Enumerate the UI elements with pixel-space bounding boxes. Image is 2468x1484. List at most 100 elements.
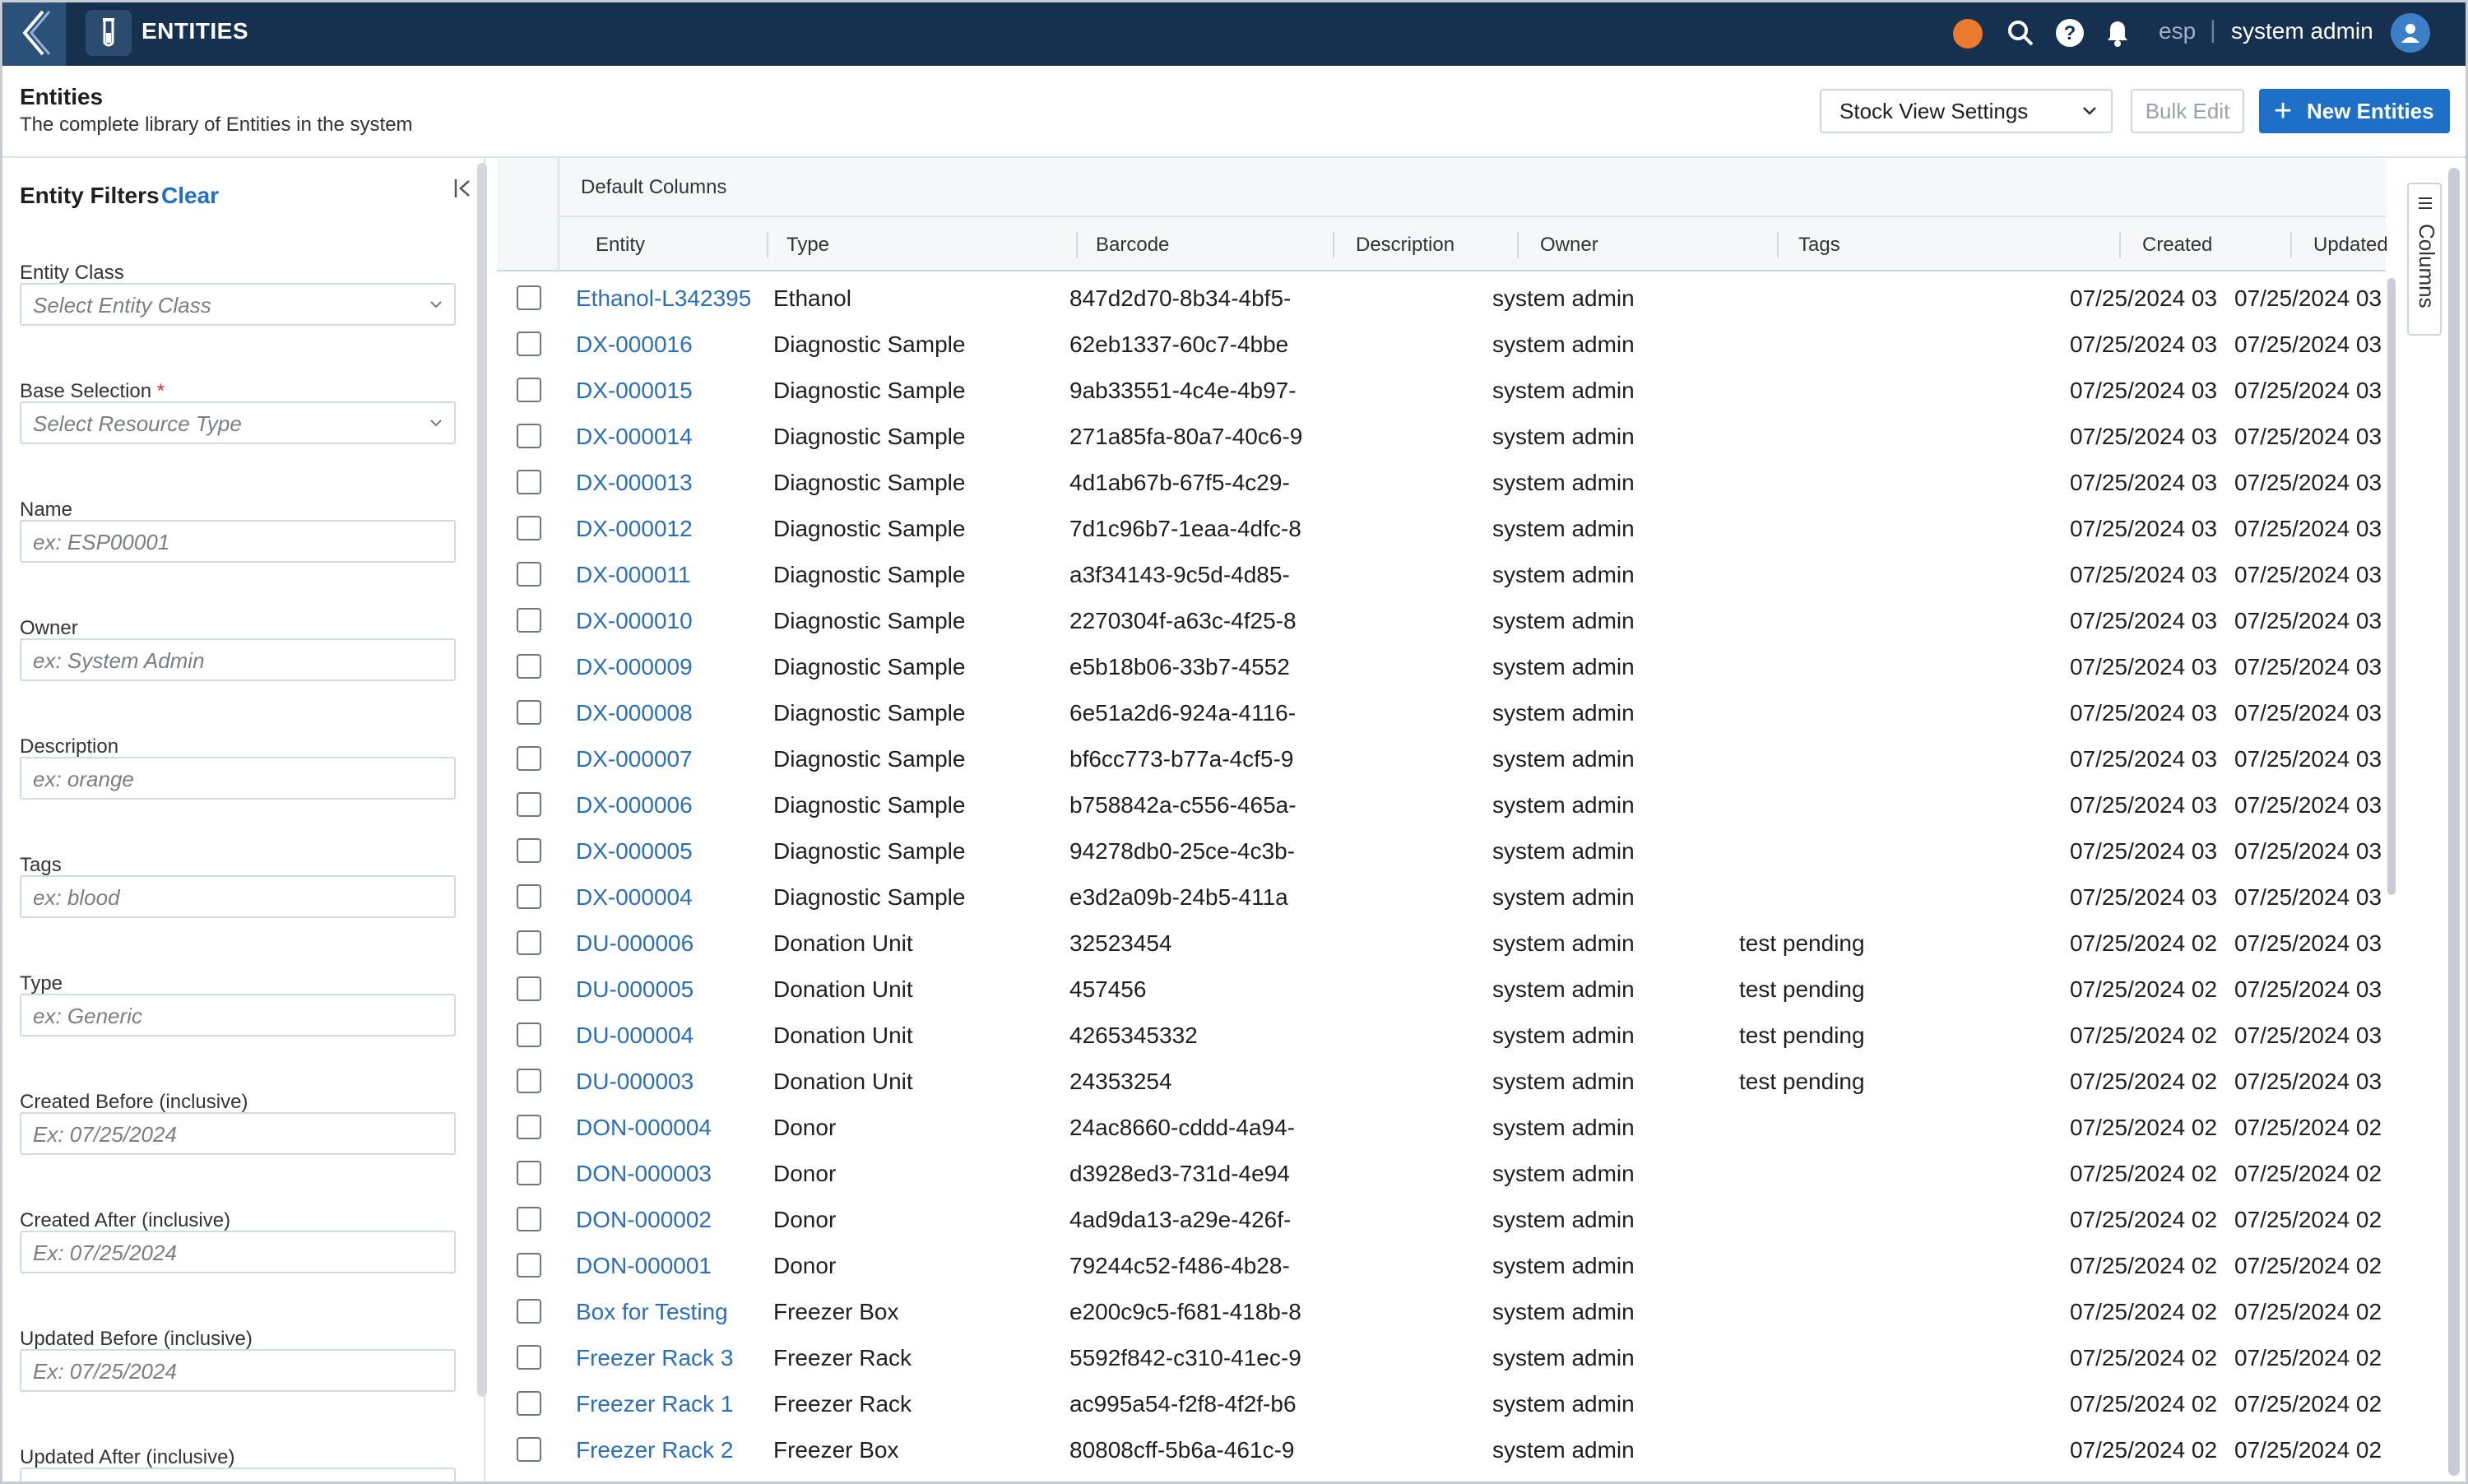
- entity-link[interactable]: Box for Testing: [576, 1299, 768, 1325]
- filters-scrollbar[interactable]: [477, 163, 487, 1397]
- column-header-description[interactable]: Description: [1356, 234, 1454, 257]
- table-row[interactable]: DX-000007 Diagnostic Sample bf6cc773-b77a-…: [497, 735, 2386, 781]
- entity-link[interactable]: DU-000005: [576, 976, 768, 1003]
- row-checkbox[interactable]: [517, 884, 541, 909]
- table-row[interactable]: DX-000009 Diagnostic Sample e5b18b06-33b7-…: [497, 643, 2386, 689]
- filter-input[interactable]: Ex: 07/25/2024: [20, 1231, 456, 1273]
- row-checkbox[interactable]: [517, 1253, 541, 1278]
- column-header-updated[interactable]: Updated: [2313, 234, 2388, 257]
- search-icon[interactable]: [2004, 16, 2037, 49]
- filter-input[interactable]: ex: System Admin: [20, 638, 456, 681]
- entity-link[interactable]: DU-000004: [576, 1023, 768, 1049]
- table-row[interactable]: DX-000013 Diagnostic Sample 4d1ab67b-67f5-…: [497, 459, 2386, 505]
- table-row[interactable]: DX-000005 Diagnostic Sample 94278db0-25ce-…: [497, 828, 2386, 874]
- row-checkbox[interactable]: [517, 1299, 541, 1324]
- new-entities-button[interactable]: + New Entities: [2259, 89, 2450, 133]
- row-checkbox[interactable]: [517, 1115, 541, 1139]
- row-checkbox[interactable]: [517, 1391, 541, 1416]
- filter-select[interactable]: Select Resource Type: [20, 401, 456, 444]
- entity-link[interactable]: DX-000012: [576, 516, 768, 542]
- filter-input[interactable]: Ex: 07/25/2024: [20, 1349, 456, 1392]
- entity-link[interactable]: DON-000001: [576, 1253, 768, 1279]
- column-resize-handle[interactable]: [1777, 232, 1779, 258]
- row-checkbox[interactable]: [517, 1161, 541, 1185]
- row-checkbox[interactable]: [517, 1069, 541, 1093]
- filter-input[interactable]: ex: blood: [20, 875, 456, 918]
- table-row[interactable]: DX-000004 Diagnostic Sample e3d2a09b-24b5-…: [497, 874, 2386, 920]
- entity-link[interactable]: Freezer Rack 2: [576, 1437, 768, 1463]
- column-header-entity[interactable]: Entity: [596, 234, 645, 257]
- column-resize-handle[interactable]: [1517, 232, 1519, 258]
- entity-link[interactable]: DON-000003: [576, 1161, 768, 1187]
- tenant-name[interactable]: esp: [2159, 18, 2196, 44]
- table-row[interactable]: DON-000002 Donor 4ad9da13-a29e-426f-system…: [497, 1196, 2386, 1242]
- entity-link[interactable]: DX-000004: [576, 884, 768, 911]
- table-row[interactable]: Box for Testing Freezer Box e200c9c5-f681-…: [497, 1288, 2386, 1334]
- column-header-type[interactable]: Type: [786, 234, 829, 257]
- user-avatar-icon[interactable]: [2391, 13, 2430, 53]
- status-indicator[interactable]: [1953, 19, 1983, 49]
- table-row[interactable]: DX-000015 Diagnostic Sample 9ab33551-4c4e-…: [497, 367, 2386, 413]
- row-checkbox[interactable]: [517, 562, 541, 587]
- page-scrollbar[interactable]: [2448, 168, 2460, 1476]
- entity-link[interactable]: DON-000004: [576, 1115, 768, 1141]
- row-checkbox[interactable]: [517, 838, 541, 863]
- table-row[interactable]: DX-000012 Diagnostic Sample 7d1c96b7-1eaa-…: [497, 505, 2386, 551]
- column-resize-handle[interactable]: [2290, 232, 2292, 258]
- entity-link[interactable]: DX-000010: [576, 608, 768, 634]
- entity-link[interactable]: Freezer Rack 3: [576, 1345, 768, 1371]
- table-row[interactable]: DON-000004 Donor 24ac8660-cddd-4a94- system…: [497, 1104, 2386, 1150]
- row-checkbox[interactable]: [517, 1023, 541, 1047]
- column-resize-handle[interactable]: [1076, 232, 1078, 258]
- table-row[interactable]: DU-000006 Donation Unit 32523454 system adm…: [497, 920, 2386, 966]
- table-row[interactable]: DX-000016 Diagnostic Sample 62eb1337-60c7-…: [497, 321, 2386, 367]
- table-row[interactable]: DX-000014 Diagnostic Sample 271a85fa-80a7-…: [497, 413, 2386, 459]
- row-checkbox[interactable]: [517, 976, 541, 1001]
- column-header-barcode[interactable]: Barcode: [1096, 234, 1169, 257]
- table-row[interactable]: DX-000008 Diagnostic Sample 6e51a2d6-924a-…: [497, 689, 2386, 735]
- row-checkbox[interactable]: [517, 746, 541, 771]
- table-row[interactable]: DON-000003 Donor d3928ed3-731d-4e94 system …: [497, 1150, 2386, 1196]
- table-row[interactable]: Ethanol-L342395 Ethanol 847d2d70-8b34-4bf5…: [497, 275, 2386, 321]
- table-row[interactable]: DX-000006 Diagnostic Sample b758842a-c556-…: [497, 781, 2386, 828]
- row-checkbox[interactable]: [517, 930, 541, 955]
- entity-link[interactable]: DX-000007: [576, 746, 768, 772]
- table-row[interactable]: Freezer Rack 2 Freezer Box 80808cff-5b6a-4…: [497, 1426, 2386, 1472]
- row-checkbox[interactable]: [517, 1207, 541, 1231]
- table-row[interactable]: DX-000010 Diagnostic Sample 2270304f-a63c-…: [497, 597, 2386, 643]
- bell-icon[interactable]: [2101, 16, 2134, 49]
- clear-filters-link[interactable]: Clear: [161, 183, 219, 209]
- table-row[interactable]: Freezer Rack 1 Freezer Rack ac995a54-f2f8-…: [497, 1380, 2386, 1426]
- table-row[interactable]: DON-000001 Donor 79244c52-f486-4b28- system…: [497, 1242, 2386, 1288]
- column-header-owner[interactable]: Owner: [1540, 234, 1598, 257]
- column-resize-handle[interactable]: [767, 232, 768, 258]
- table-row[interactable]: DU-000003 Donation Unit 24353254 system adm…: [497, 1058, 2386, 1104]
- column-resize-handle[interactable]: [1333, 232, 1334, 258]
- filter-input[interactable]: Ex: 07/25/2024: [20, 1112, 456, 1155]
- row-checkbox[interactable]: [517, 1345, 541, 1370]
- table-scrollbar-thumb[interactable]: [2387, 278, 2396, 895]
- user-name[interactable]: system admin: [2231, 18, 2373, 44]
- row-checkbox[interactable]: [517, 654, 541, 679]
- row-checkbox[interactable]: [517, 378, 541, 402]
- table-row[interactable]: DX-000011 Diagnostic Sample a3f34143-9c5d-…: [497, 551, 2386, 597]
- columns-panel-tab[interactable]: Columns: [2407, 183, 2442, 336]
- entity-link[interactable]: DX-000011: [576, 562, 768, 588]
- row-checkbox[interactable]: [517, 424, 541, 448]
- filter-input[interactable]: ex: Generic: [20, 994, 456, 1036]
- filter-select[interactable]: Select Entity Class: [20, 283, 456, 326]
- table-row[interactable]: DU-000004 Donation Unit 4265345332 system a…: [497, 1012, 2386, 1058]
- entity-link[interactable]: DX-000009: [576, 654, 768, 680]
- entity-link[interactable]: DU-000003: [576, 1069, 768, 1095]
- column-header-created[interactable]: Created: [2142, 234, 2212, 257]
- row-checkbox[interactable]: [517, 332, 541, 356]
- entity-link[interactable]: DX-000014: [576, 424, 768, 450]
- row-checkbox[interactable]: [517, 285, 541, 310]
- entity-link[interactable]: Freezer Rack 1: [576, 1391, 768, 1417]
- entity-link[interactable]: DX-000015: [576, 378, 768, 404]
- entity-link[interactable]: DX-000013: [576, 470, 768, 496]
- row-checkbox[interactable]: [517, 792, 541, 817]
- entity-link[interactable]: DX-000005: [576, 838, 768, 865]
- bulk-edit-button[interactable]: Bulk Edit: [2131, 89, 2244, 133]
- view-settings-select[interactable]: Stock View Settings: [1820, 89, 2113, 133]
